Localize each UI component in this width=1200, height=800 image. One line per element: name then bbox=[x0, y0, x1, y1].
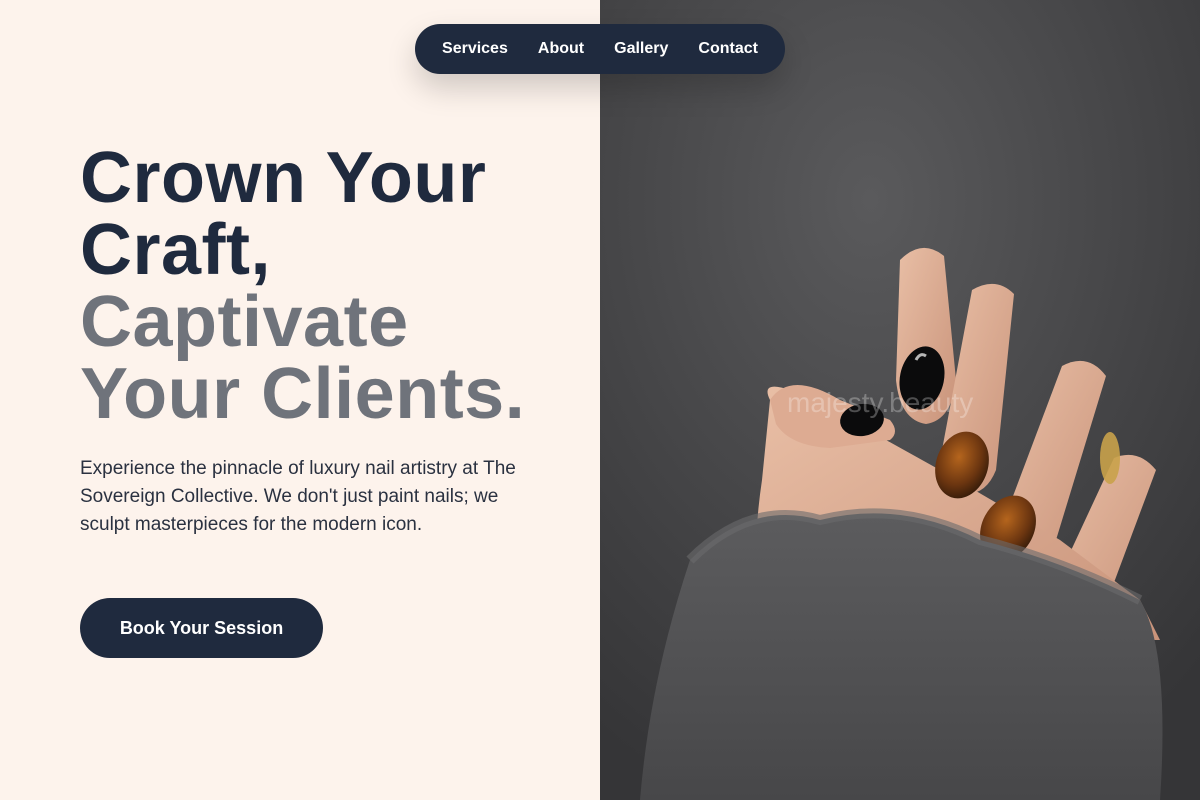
headline-line-3: Captivate bbox=[80, 282, 409, 362]
hero-left-panel: Crown Your Craft, Captivate Your Clients… bbox=[0, 0, 600, 800]
top-nav: Services About Gallery Contact bbox=[415, 24, 785, 74]
headline-line-1: Crown Your bbox=[80, 138, 487, 218]
watermark-text: majesty.beauty bbox=[787, 387, 974, 418]
hero-headline: Crown Your Craft, Captivate Your Clients… bbox=[80, 142, 525, 430]
nav-services-link[interactable]: Services bbox=[442, 40, 508, 58]
hero-description: Experience the pinnacle of luxury nail a… bbox=[80, 458, 516, 535]
headline-line-4: Your Clients. bbox=[80, 354, 526, 434]
nav-about-link[interactable]: About bbox=[538, 40, 584, 58]
book-session-button[interactable]: Book Your Session bbox=[80, 598, 323, 658]
headline-line-2: Craft, bbox=[80, 210, 272, 290]
nav-gallery-link[interactable]: Gallery bbox=[614, 40, 668, 58]
hero-photo-panel: majesty.beauty bbox=[600, 0, 1200, 800]
nav-contact-link[interactable]: Contact bbox=[698, 40, 758, 58]
